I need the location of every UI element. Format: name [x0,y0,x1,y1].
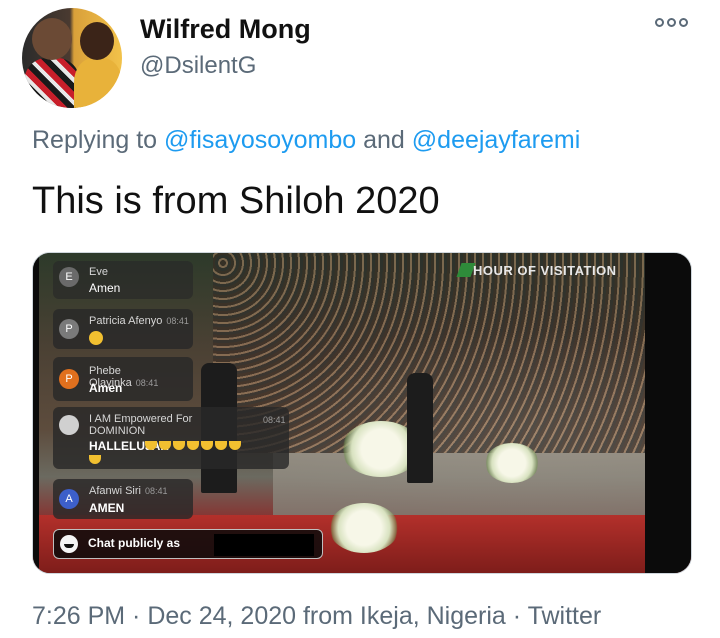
chat-message: P Phebe Olayinka 08:41 Amen [53,357,193,401]
chat-avatar: E [59,267,79,287]
chat-input-field[interactable]: Chat publicly as [53,529,323,559]
avatar-face-right [80,22,114,60]
chat-author: Patricia Afenyo [89,315,163,327]
chat-message: A Afanwi Siri 08:41 AMEN [53,479,193,519]
chat-time: 08:41 [144,486,168,496]
user-handle[interactable]: @DsilentG [140,52,256,80]
tweet-media-image[interactable]: HOUR OF VISITATION E Eve Amen P Patricia… [32,252,692,574]
letterbox-left [33,253,39,573]
replying-to-line: Replying to @fisayosoyombo and @deejayfa… [32,126,580,155]
flower-arrangement [329,503,399,553]
chat-avatar: P [59,319,79,339]
tweet-metadata: 7:26 PM · Dec 24, 2020 from Ikeja, Niger… [32,602,602,630]
chat-avatar: A [59,489,79,509]
chat-author: Afanwi Siri [89,485,141,497]
chat-author-line: Patricia Afenyo 08:41 [89,315,189,327]
raised-hands-emoji-icons [145,441,241,450]
chat-author: I AM Empowered For DOMINION [89,413,193,437]
and-separator: and [356,126,412,154]
chat-time: 08:41 [135,378,159,388]
chat-text: Amen [89,381,123,395]
display-name[interactable]: Wilfred Mong [140,14,311,45]
chat-message: E Eve Amen [53,261,193,299]
raised-hands-emoji-icon [89,455,101,464]
chat-text: Amen [89,281,121,295]
chat-message: P Patricia Afenyo 08:41 [53,309,193,349]
chat-author-line: Afanwi Siri 08:41 [89,485,168,497]
letterbox-right [645,253,691,573]
replying-to-label: Replying to [32,126,165,154]
live-chat-overlay: E Eve Amen P Patricia Afenyo 08:41 P Pheb… [53,253,323,573]
chat-message: I AM Empowered For DOMINION 08:41 HALLEL… [53,407,289,469]
flower-arrangement [485,443,539,483]
person-figure [407,373,433,483]
avatar-person-left [24,58,80,108]
mention-link-deejayfaremi[interactable]: @deejayfaremi [412,126,581,154]
more-options-icon[interactable] [655,14,693,30]
chat-time: 08:41 [166,316,189,326]
chat-text: AMEN [89,501,125,515]
redaction-block [214,534,314,556]
chat-time: 08:41 [263,415,286,425]
video-watermark: HOUR OF VISITATION [473,263,617,278]
chat-avatar: P [59,369,79,389]
chat-input-label: Chat publicly as [88,536,181,550]
chat-author: Eve [89,266,108,278]
tweet-text: This is from Shiloh 2020 [32,180,440,222]
avatar-face-left [32,18,72,60]
mention-link-fisayosoyombo[interactable]: @fisayosoyombo [164,126,356,154]
clap-emoji-icon [89,331,103,345]
avatar-person-right [74,58,122,108]
profile-avatar[interactable] [22,8,122,108]
chat-avatar-icon [59,415,79,435]
smiley-icon[interactable] [60,535,78,553]
